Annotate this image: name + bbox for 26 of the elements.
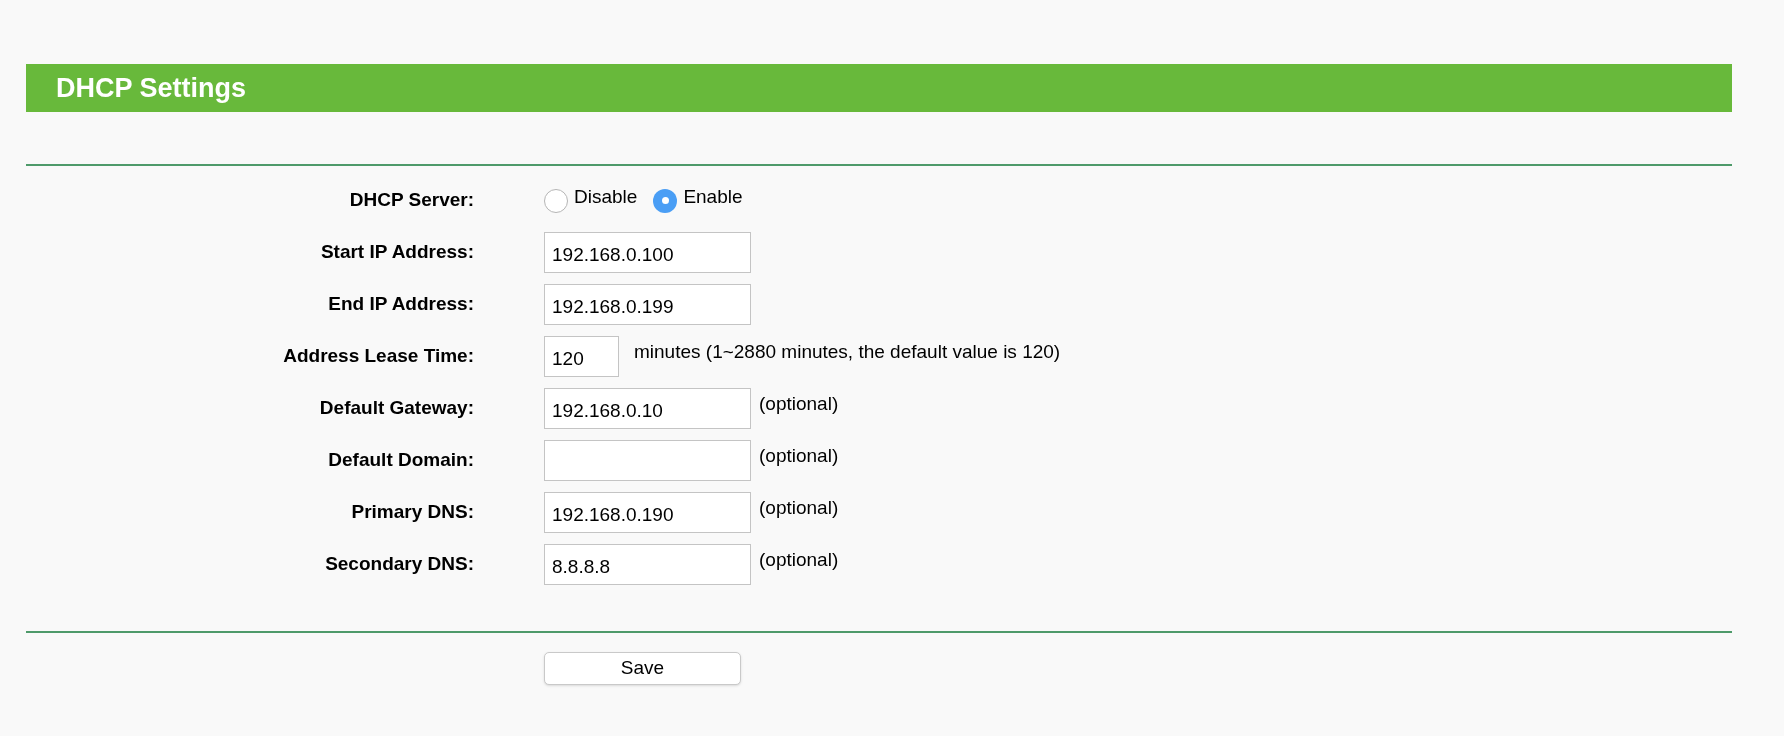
field-label: DHCP Server: <box>349 188 474 213</box>
field-label: Default Gateway: <box>319 396 474 421</box>
radio-button[interactable] <box>653 188 678 213</box>
field-label: End IP Address: <box>328 292 474 317</box>
input-field[interactable]: 192.168.0.190 <box>544 492 751 533</box>
field-label: Secondary DNS: <box>325 552 474 577</box>
field-label: Address Lease Time: <box>283 344 474 369</box>
field-note: (optional) <box>759 444 839 469</box>
input-field[interactable]: 120 <box>544 336 619 377</box>
page-title: DHCP Settings <box>56 71 247 105</box>
field-note: (optional) <box>759 392 839 417</box>
input-field[interactable]: 192.168.0.10 <box>544 388 751 429</box>
field-label: Start IP Address: <box>320 240 474 265</box>
input-field[interactable] <box>544 440 751 481</box>
field-label: Primary DNS: <box>351 500 474 525</box>
input-field[interactable]: 8.8.8.8 <box>544 544 751 585</box>
field-note: minutes (1~2880 minutes, the default value is 120) <box>634 340 1061 365</box>
field-note: (optional) <box>759 496 839 521</box>
field-note: (optional) <box>759 548 839 573</box>
radio-label: Enable <box>683 185 743 210</box>
input-field[interactable]: 192.168.0.100 <box>544 232 751 273</box>
radio-button[interactable] <box>544 188 568 213</box>
save-button[interactable]: Save <box>544 652 741 685</box>
radio-label: Disable <box>574 185 638 210</box>
field-label: Default Domain: <box>328 448 474 473</box>
input-field[interactable]: 192.168.0.199 <box>544 284 751 325</box>
